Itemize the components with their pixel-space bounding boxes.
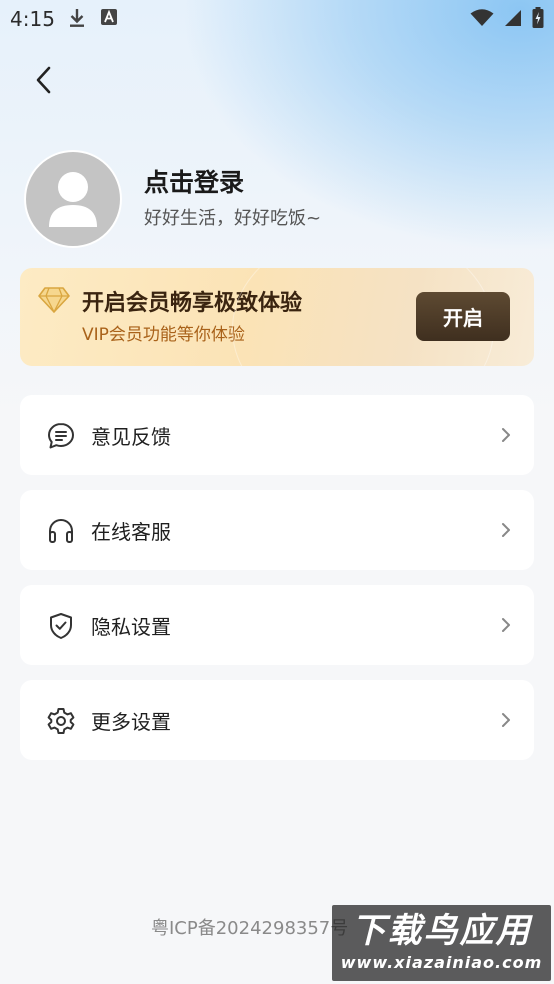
shield-check-icon bbox=[50, 613, 72, 639]
menu-label: 隐私设置 bbox=[91, 614, 171, 639]
vip-open-button[interactable]: 开启 bbox=[416, 292, 510, 341]
status-time: 4:15 bbox=[10, 7, 55, 31]
menu-label: 意见反馈 bbox=[91, 424, 171, 449]
menu-item-more-settings[interactable]: 更多设置 bbox=[20, 680, 534, 760]
menu-item-feedback[interactable]: 意见反馈 bbox=[20, 395, 534, 475]
feedback-chat-icon bbox=[48, 423, 74, 449]
icp-record[interactable]: 粤ICP备2024298357号 bbox=[151, 914, 348, 940]
vip-title: 开启会员畅享极致体验 bbox=[82, 291, 303, 316]
watermark-url: www.xiazainiao.com bbox=[340, 953, 543, 972]
chevron-right-icon bbox=[502, 428, 510, 442]
chevron-right-icon bbox=[502, 713, 510, 727]
chevron-right-icon bbox=[502, 618, 510, 632]
battery-charging-icon bbox=[532, 7, 544, 28]
chevron-left-icon bbox=[36, 66, 51, 94]
menu-label: 更多设置 bbox=[91, 709, 171, 734]
diamond-icon bbox=[38, 287, 70, 313]
status-bar: 4:15 bbox=[0, 0, 554, 40]
menu-item-customer-service[interactable]: 在线客服 bbox=[20, 490, 534, 570]
profile-section[interactable]: 点击登录 好好生活，好好吃饭~ bbox=[24, 150, 321, 248]
back-button[interactable] bbox=[28, 62, 60, 98]
status-notification-icons bbox=[68, 8, 118, 28]
settings-menu: 意见反馈 在线客服 隐私设置 更多设置 bbox=[20, 395, 534, 775]
download-icon bbox=[70, 9, 84, 27]
menu-item-privacy-settings[interactable]: 隐私设置 bbox=[20, 585, 534, 665]
text-a-icon bbox=[101, 9, 117, 25]
login-title[interactable]: 点击登录 bbox=[144, 167, 321, 199]
wifi-icon bbox=[470, 8, 494, 26]
user-avatar-icon bbox=[49, 172, 97, 227]
watermark-title: 下载鸟应用 bbox=[351, 911, 532, 951]
vip-banner[interactable]: 开启会员畅享极致体验 VIP会员功能等你体验 开启 bbox=[20, 268, 534, 366]
profile-text: 点击登录 好好生活，好好吃饭~ bbox=[144, 167, 321, 231]
status-system-icons bbox=[470, 7, 544, 28]
menu-label: 在线客服 bbox=[91, 519, 171, 544]
chevron-right-icon bbox=[502, 523, 510, 537]
gear-icon bbox=[47, 708, 75, 734]
site-watermark: 下载鸟应用 www.xiazainiao.com bbox=[332, 905, 551, 981]
signal-icon bbox=[505, 9, 521, 26]
headset-icon bbox=[49, 518, 73, 543]
avatar[interactable] bbox=[24, 150, 122, 248]
vip-subtitle: VIP会员功能等你体验 bbox=[82, 325, 245, 345]
login-subtitle: 好好生活，好好吃饭~ bbox=[144, 208, 322, 229]
